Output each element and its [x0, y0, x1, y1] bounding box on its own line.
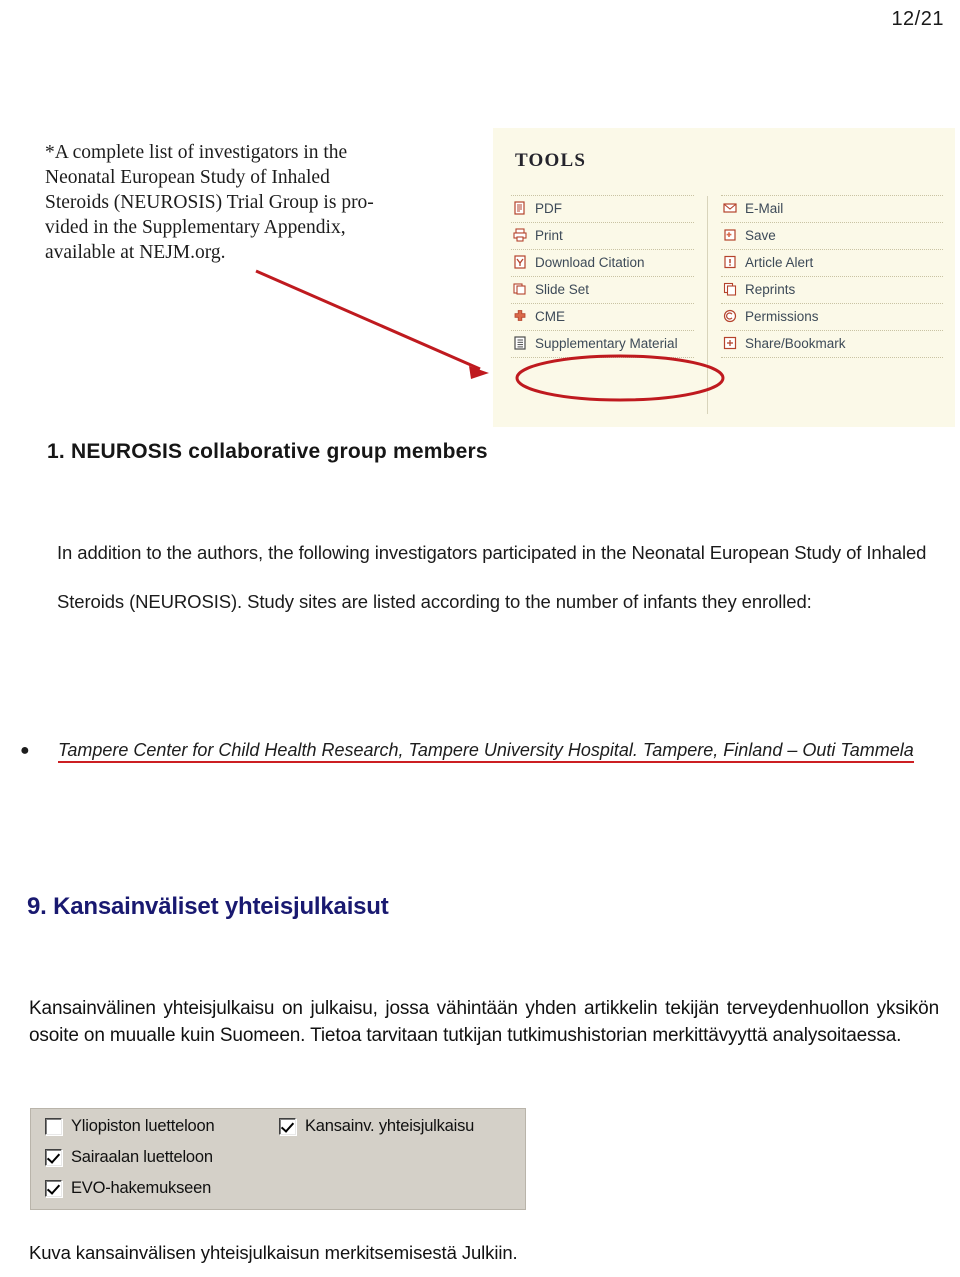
- checkbox-label: Kansainv. yhteisjulkaisu: [305, 1117, 475, 1135]
- tool-label: CME: [535, 308, 565, 324]
- nejm-screenshot-figure: *A complete list of investigators in the…: [0, 128, 960, 433]
- tool-item-cme[interactable]: CME: [511, 303, 694, 330]
- checkbox-row-sairaalan-luetteloon[interactable]: Sairaalan luetteloon: [45, 1148, 213, 1167]
- tool-item-permissions[interactable]: Permissions: [721, 303, 943, 330]
- copy-pages-icon: [723, 282, 737, 296]
- figure-caption: Kuva kansainvälisen yhteisjulkaisun merk…: [29, 1242, 518, 1263]
- tool-label: Slide Set: [535, 281, 590, 297]
- tool-label: Download Citation: [535, 254, 645, 270]
- footnote-line: Neonatal European Study of Inhaled: [45, 167, 330, 188]
- tool-label: Article Alert: [745, 254, 814, 270]
- study-site-text: Tampere Center for Child Health Research…: [58, 740, 914, 763]
- tool-label: Share/Bookmark: [745, 335, 846, 351]
- slide-set-icon: [513, 282, 527, 296]
- save-folder-icon: [723, 228, 737, 242]
- checkbox-dialog-panel: Yliopiston luetteloon Sairaalan luettelo…: [30, 1108, 526, 1210]
- checkbox-icon[interactable]: [45, 1180, 62, 1197]
- tools-left-column: PDF Print Download Citation Slide Set CM…: [511, 195, 694, 358]
- tool-label: Supplementary Material: [535, 335, 678, 351]
- checkbox-row-evo-hakemukseen[interactable]: EVO-hakemukseen: [45, 1179, 211, 1198]
- download-citation-icon: [513, 254, 527, 269]
- footnote-line: vided in the Supplementary Appendix,: [45, 217, 346, 238]
- checkbox-icon[interactable]: [279, 1118, 296, 1135]
- tool-item-download-citation[interactable]: Download Citation: [511, 249, 694, 276]
- tool-item-email[interactable]: E-Mail: [721, 195, 943, 222]
- footnote-line: *A complete list of investigators in the: [45, 142, 348, 163]
- list-document-icon: [513, 335, 527, 350]
- tool-label: Permissions: [745, 308, 819, 324]
- footnote-line: available at NEJM.org.: [45, 242, 226, 263]
- printer-icon: [513, 227, 527, 242]
- tool-item-article-alert[interactable]: Article Alert: [721, 249, 943, 276]
- pdf-document-icon: [513, 200, 527, 215]
- checkbox-icon[interactable]: [45, 1149, 62, 1166]
- section-heading: 9. Kansainväliset yhteisjulkaisut: [27, 893, 389, 920]
- plus-cross-icon: [513, 309, 527, 323]
- tools-panel: TOOLS PDF Print Download Citation Slide …: [493, 128, 955, 427]
- nejm-footnote: *A complete list of investigators in the…: [45, 140, 445, 265]
- checkbox-row-yliopiston-luetteloon[interactable]: Yliopiston luetteloon: [45, 1117, 215, 1136]
- tool-label: Reprints: [745, 281, 796, 297]
- tool-item-share-bookmark[interactable]: Share/Bookmark: [721, 330, 943, 358]
- appendix-heading: 1. NEUROSIS collaborative group members: [47, 440, 488, 463]
- tool-item-reprints[interactable]: Reprints: [721, 276, 943, 303]
- tools-right-column: E-Mail Save Article Alert Reprints Permi…: [721, 195, 943, 358]
- tool-item-print[interactable]: Print: [511, 222, 694, 249]
- checkbox-label: Sairaalan luetteloon: [71, 1148, 213, 1166]
- tool-item-save[interactable]: Save: [721, 222, 943, 249]
- tools-column-divider: [707, 196, 708, 414]
- tool-label: E-Mail: [745, 200, 784, 216]
- envelope-icon: [723, 201, 737, 215]
- tool-label: PDF: [535, 200, 562, 216]
- checkbox-label: EVO-hakemukseen: [71, 1179, 212, 1197]
- appendix-paragraph: In addition to the authors, the followin…: [57, 542, 927, 612]
- tool-item-pdf[interactable]: PDF: [511, 195, 694, 222]
- bullet-point-icon: ●: [20, 742, 30, 759]
- tool-label: Save: [745, 227, 776, 243]
- alert-exclamation-icon: [723, 255, 737, 269]
- copyright-icon: [723, 309, 737, 323]
- footnote-line: Steroids (NEUROSIS) Trial Group is pro-: [45, 192, 374, 213]
- checkbox-icon[interactable]: [45, 1118, 62, 1135]
- page-number: 12/21: [891, 8, 944, 30]
- tool-label: Print: [535, 227, 563, 243]
- section-paragraph: Kansainvälinen yhteisjulkaisu on julkais…: [29, 998, 939, 1046]
- checkbox-label: Yliopiston luetteloon: [71, 1117, 215, 1135]
- tool-item-slide-set[interactable]: Slide Set: [511, 276, 694, 303]
- checkbox-row-kansainv-yhteisjulkaisu[interactable]: Kansainv. yhteisjulkaisu: [279, 1117, 474, 1136]
- tool-item-supplementary-material[interactable]: Supplementary Material: [511, 330, 694, 358]
- plus-square-icon: [723, 336, 737, 350]
- tools-panel-title: TOOLS: [515, 150, 587, 171]
- study-site-entry: ● Tampere Center for Child Health Resear…: [20, 726, 930, 775]
